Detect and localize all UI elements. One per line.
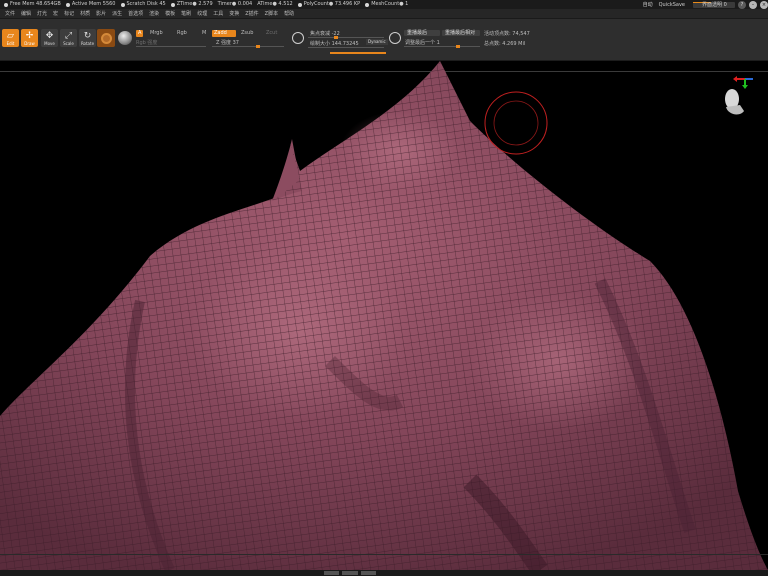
transparency-slider[interactable]: 界面透明 0: [693, 1, 735, 8]
scale-label: Scale: [63, 40, 74, 46]
menu-brush[interactable]: 笔刷: [178, 9, 194, 18]
stat-timer: Timer● 0.004: [217, 1, 253, 7]
brush-button[interactable]: [97, 29, 115, 47]
menu-macro[interactable]: 宏: [50, 9, 61, 18]
zcut-toggle[interactable]: Zcut: [264, 30, 279, 37]
mesh-wireframe: [0, 61, 768, 570]
scale-icon: ⤢: [64, 30, 73, 41]
total-points-readout: 总点数: 4.269 Mil: [484, 41, 526, 47]
menu-movie[interactable]: 影片: [93, 9, 109, 18]
menu-stencil[interactable]: 模板: [162, 9, 178, 18]
draw-size-slider[interactable]: [308, 47, 384, 48]
a-toggle[interactable]: A: [136, 30, 144, 37]
menu-zscript[interactable]: Z脚本: [262, 9, 281, 18]
navigation-gizmo[interactable]: [718, 71, 764, 121]
rotate-button[interactable]: ↻ Rotate: [79, 29, 96, 47]
stat-meshcount: MeshCount● 1: [365, 0, 408, 9]
menu-zplugin[interactable]: Z插件: [242, 9, 261, 18]
scale-button[interactable]: ⤢ Scale: [60, 29, 77, 47]
menu-marker[interactable]: 标记: [61, 9, 77, 18]
minimize-icon[interactable]: –: [749, 0, 757, 9]
stat-atime: ATime● 4.512: [257, 1, 293, 7]
menu-material[interactable]: 材质: [77, 9, 93, 18]
rgb-intensity-label: Rgb 强度: [136, 40, 158, 46]
viewport-bottom-divider: [0, 554, 768, 555]
active-points-readout: 活动顶点数: 74,547: [484, 31, 530, 37]
focal-shift-slider[interactable]: [308, 37, 384, 38]
menu-preferences[interactable]: 首选项: [125, 9, 146, 18]
rgb-toggle[interactable]: Rgb: [175, 30, 189, 37]
menu-bar: 文件 编辑 灯光 宏 标记 材质 影片 派生 首选项 渲染 模板 笔刷 纹理 工…: [0, 9, 768, 19]
close-icon[interactable]: ×: [760, 0, 768, 9]
adjust-last-label: 调整最后一个 1: [405, 40, 440, 46]
brush-cursor-inner: [493, 100, 539, 146]
sculpt-mesh-svg[interactable]: [0, 61, 768, 570]
y-axis-arrow-icon: [742, 85, 748, 89]
menu-transform[interactable]: 变换: [226, 9, 242, 18]
stat-polycount: PolyCount● 73.496 KP: [297, 0, 360, 9]
rgb-intensity-slider[interactable]: [136, 46, 206, 47]
menu-help[interactable]: 帮助: [281, 9, 297, 18]
zsub-toggle[interactable]: Zsub: [239, 30, 255, 37]
replay-icon[interactable]: [389, 32, 401, 44]
replay-last-relative-button[interactable]: 重播最后相对: [442, 30, 480, 36]
z-intensity-slider[interactable]: [212, 46, 284, 47]
m-toggle[interactable]: M: [200, 30, 208, 37]
menu-render[interactable]: 渲染: [146, 9, 162, 18]
transparency-label: 界面透明 0: [702, 1, 727, 8]
rotate-label: Rotate: [80, 40, 95, 46]
move-button[interactable]: ✥ Move: [41, 29, 58, 47]
mrgb-toggle[interactable]: Mrgb: [148, 30, 165, 37]
help-icon[interactable]: ?: [738, 0, 746, 9]
draw-label: Draw: [24, 40, 35, 46]
stat-free-mem: Free Mem 48.654GB: [4, 0, 61, 9]
edit-button[interactable]: ▱ Edit: [2, 29, 19, 47]
menu-file[interactable]: 文件: [2, 9, 18, 18]
brush-icon: [100, 32, 112, 44]
material-sphere-icon[interactable]: [118, 31, 132, 45]
adjust-last-knob[interactable]: [456, 45, 460, 48]
adjust-last-slider[interactable]: [404, 46, 480, 47]
autosave-label: 自动: [642, 2, 653, 8]
rotate-icon: ↻: [83, 30, 92, 41]
menu-stroke[interactable]: 派生: [109, 9, 125, 18]
shelf-handle[interactable]: [324, 571, 376, 575]
menu-edit[interactable]: 编辑: [18, 9, 34, 18]
menu-texture[interactable]: 纹理: [194, 9, 210, 18]
edit-label: Edit: [6, 40, 15, 46]
draw-size-label: 绘制大小 144.73245: [310, 41, 359, 47]
draw-icon: ✢: [25, 30, 34, 41]
bottom-shelf: [0, 570, 768, 576]
focal-shift-icon[interactable]: [292, 32, 304, 44]
menu-light[interactable]: 灯光: [34, 9, 50, 18]
stat-ztime: ZTime● 2.579: [170, 0, 213, 9]
draw-button[interactable]: ✢ Draw: [21, 29, 38, 47]
stat-active-mem: Active Mem 5560: [65, 0, 116, 9]
status-bar-right: 自动 QuickSave 界面透明 0 ? – ×: [637, 0, 768, 9]
quicksave-button[interactable]: QuickSave: [659, 2, 685, 8]
canvas-viewport[interactable]: [0, 61, 768, 570]
move-icon: ✥: [45, 30, 54, 41]
replay-last-button[interactable]: 重播最后: [404, 30, 440, 36]
focal-shift-knob[interactable]: [334, 36, 338, 39]
z-intensity-knob[interactable]: [256, 45, 260, 48]
menu-tool[interactable]: 工具: [210, 9, 226, 18]
draw-size-fill: [330, 52, 386, 54]
x-axis-arrow-icon: [733, 76, 737, 82]
z-intensity-label: Z 强度 37: [216, 40, 239, 46]
edit-icon: ▱: [7, 30, 14, 41]
dynamic-button[interactable]: Dynamic: [366, 39, 388, 45]
stat-scratch-disk: Scratch Disk 45: [120, 0, 166, 9]
top-toolbar: ▱ Edit ✢ Draw ✥ Move ⤢ Scale ↻ Rotate A …: [0, 19, 768, 61]
move-label: Move: [44, 40, 55, 46]
zadd-toggle[interactable]: Zadd: [212, 30, 236, 37]
